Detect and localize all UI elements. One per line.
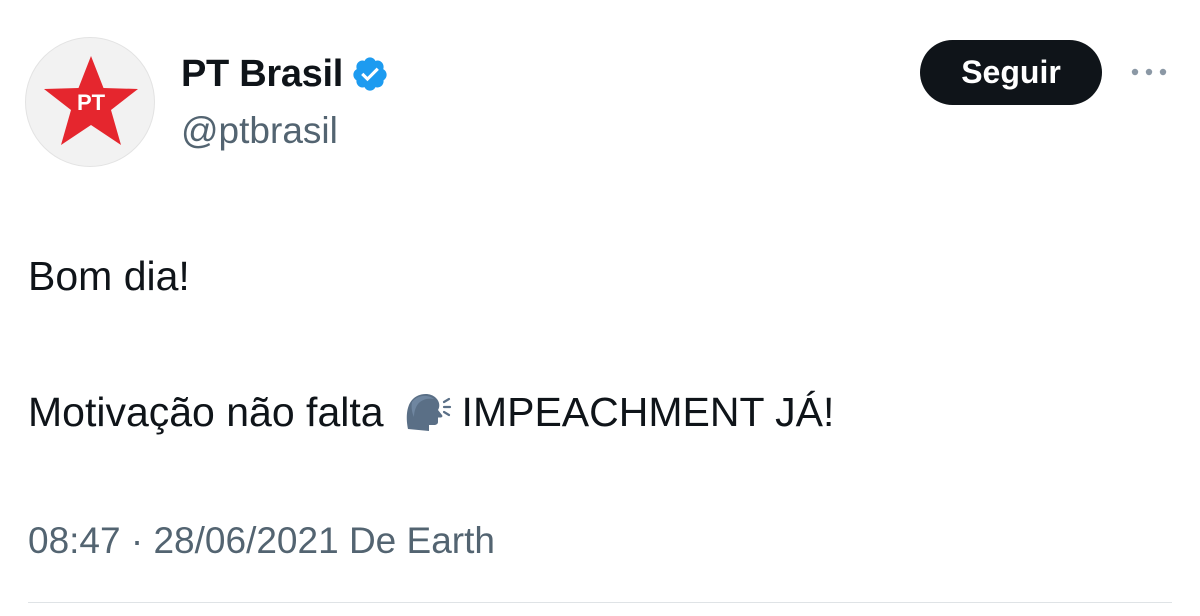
- pt-star-logo-icon: PT: [44, 56, 138, 145]
- follow-button[interactable]: Seguir: [920, 40, 1102, 105]
- tweet-text-line-1: Bom dia!: [28, 253, 190, 299]
- tweet-time-link[interactable]: 08:47: [28, 520, 121, 561]
- author-handle[interactable]: @ptbrasil: [181, 108, 338, 154]
- tweet-meta-row: 08:47 · 28/06/2021 De Earth: [28, 518, 495, 564]
- author-name-row: PT Brasil: [181, 50, 389, 98]
- tweet-source: De Earth: [348, 520, 495, 561]
- meta-separator: ·: [130, 520, 144, 561]
- verified-badge-icon[interactable]: [351, 55, 389, 93]
- more-options-icon[interactable]: [1127, 60, 1171, 84]
- tweet-date-link[interactable]: 28/06/2021: [153, 520, 338, 561]
- tweet-text-line-2: Motivação não falta IMPEACHMENT JÁ!: [28, 386, 834, 438]
- tweet-text-motivation: Motivação não falta: [28, 389, 384, 435]
- divider: [28, 602, 1172, 603]
- avatar[interactable]: PT: [25, 37, 155, 167]
- tweet-text-impeachment: IMPEACHMENT JÁ!: [461, 389, 835, 435]
- author-display-name[interactable]: PT Brasil: [181, 50, 343, 98]
- speaking-head-icon: [406, 394, 451, 431]
- avatar-logo-text: PT: [77, 90, 106, 115]
